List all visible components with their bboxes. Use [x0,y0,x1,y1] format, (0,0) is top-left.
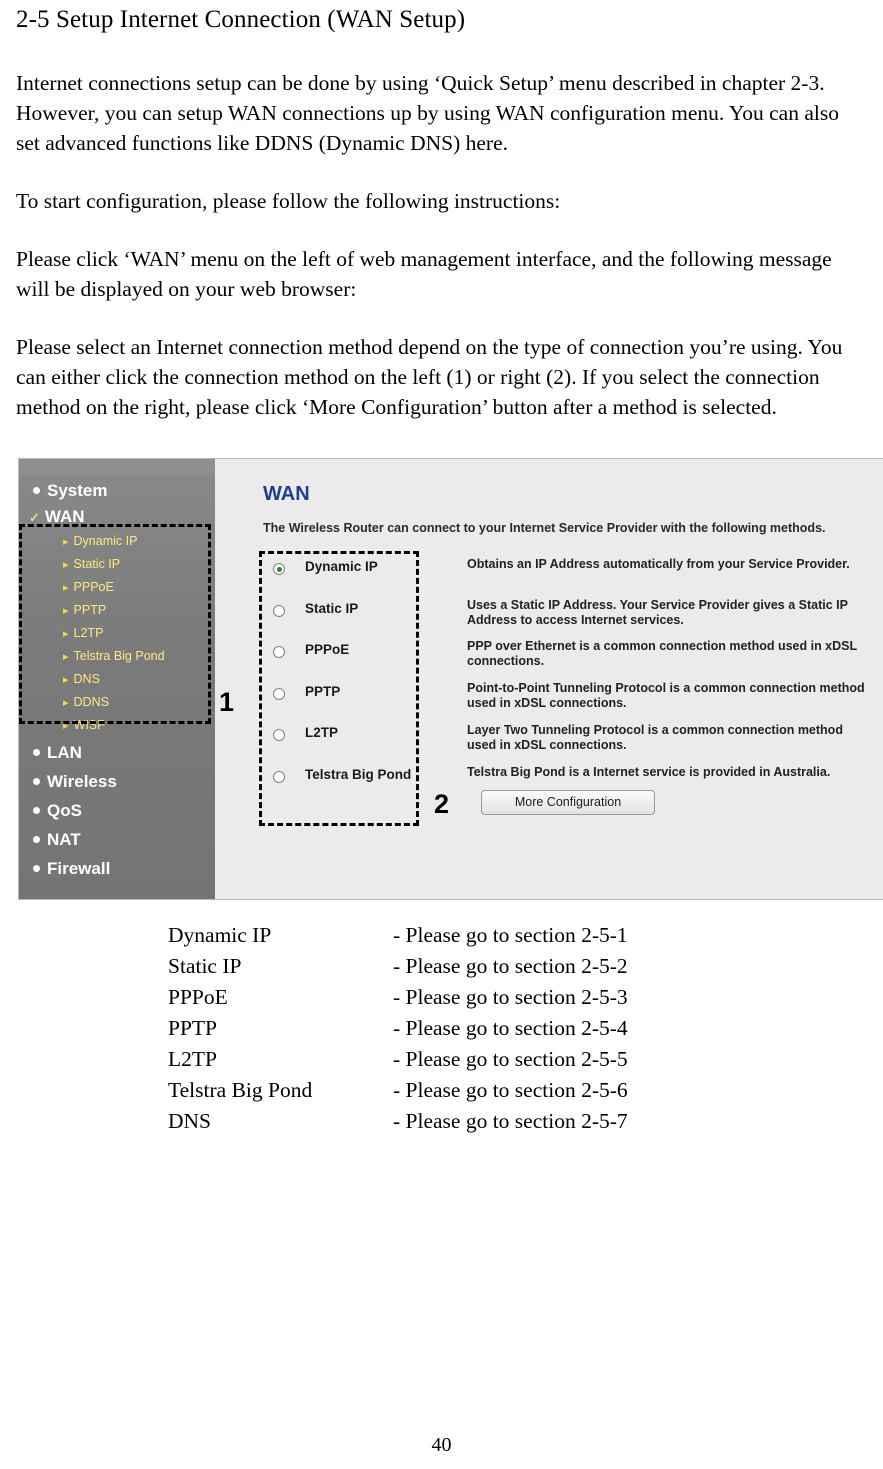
list-item-label: PPPoE [168,985,228,1009]
sidebar-item-label: Wireless [47,772,117,791]
sidebar-item-system[interactable]: System [33,481,107,501]
list-item-label: Dynamic IP [168,923,272,947]
list-item-label: Telstra Big Pond [168,1078,313,1102]
annotation-box-radio-group [259,551,419,826]
wan-description: The Wireless Router can connect to your … [263,521,826,535]
paragraph-click-wan: Please click ‘WAN’ menu on the left of w… [16,247,832,301]
list-item-label: DNS [168,1109,212,1133]
annotation-box-sidebar [19,524,211,724]
list-item-label: L2TP [168,1047,217,1071]
list-item-ref: - Please go to section 2-5-6 [393,1078,628,1102]
sidebar-item-nat[interactable]: NAT [33,830,81,850]
page-number: 40 [431,1434,452,1456]
document-page: 2-5 Setup Internet Connection (WAN Setup… [0,0,883,1469]
list-item-label: PPTP [168,1016,218,1040]
wan-heading: WAN [263,483,310,505]
list-item-ref: - Please go to section 2-5-4 [393,1016,628,1040]
description-l2tp: Layer Two Tunneling Protocol is a common… [467,723,843,752]
bullet-icon [33,835,40,843]
page-title: 2-5 Setup Internet Connection (WAN Setup… [16,6,466,33]
sidebar-item-firewall[interactable]: Firewall [33,859,110,879]
list-item: Dynamic IP - Please go to section 2-5-1 [168,920,867,951]
sidebar-item-label: System [47,481,108,500]
list-item: Static IP - Please go to section 2-5-2 [168,951,867,982]
bullet-icon [33,806,40,814]
sidebar-item-label: NAT [47,830,81,849]
more-configuration-button[interactable]: More Configuration [481,790,655,815]
sidebar-item-label: LAN [47,743,82,762]
list-item: DNS - Please go to section 2-5-7 [168,1106,867,1137]
annotation-number-2: 2 [434,789,450,819]
bullet-icon [33,748,40,756]
bullet-icon [33,777,40,785]
sidebar-item-label: QoS [47,801,82,820]
list-item-ref: - Please go to section 2-5-5 [393,1047,628,1071]
paragraph-intro: Internet connections setup can be done b… [16,71,839,155]
description-pptp: Point-to-Point Tunneling Protocol is a c… [467,681,865,710]
sidebar-item-wireless[interactable]: Wireless [33,772,117,792]
list-item-ref: - Please go to section 2-5-2 [393,954,628,978]
list-item-label: Static IP [168,954,242,978]
bullet-icon [33,864,40,872]
section-reference-list: Dynamic IP - Please go to section 2-5-1 S… [16,920,867,1137]
description-dynamic-ip: Obtains an IP Address automatically from… [467,557,850,571]
connection-method-descriptions: Obtains an IP Address automatically from… [467,557,867,795]
description-pppoe: PPP over Ethernet is a common connection… [467,639,857,668]
list-item: PPTP - Please go to section 2-5-4 [168,1013,867,1044]
list-item: PPPoE - Please go to section 2-5-3 [168,982,867,1013]
sidebar-item-lan[interactable]: LAN [33,743,82,763]
list-item: Telstra Big Pond - Please go to section 2… [168,1075,867,1106]
bullet-icon [33,486,40,494]
sidebar-item-label: Firewall [47,859,111,878]
list-item: L2TP - Please go to section 2-5-5 [168,1044,867,1075]
annotation-number-1: 1 [219,687,235,717]
paragraph-start-config: To start configuration, please follow th… [16,189,561,213]
sidebar-item-qos[interactable]: QoS [33,801,82,821]
list-item-ref: - Please go to section 2-5-3 [393,985,628,1009]
list-item-ref: - Please go to section 2-5-7 [393,1109,628,1133]
sidebar-top-strip [19,459,215,475]
description-static-ip: Uses a Static IP Address. Your Service P… [467,598,848,627]
paragraph-select-method: Please select an Internet connection met… [16,335,843,419]
list-item-ref: - Please go to section 2-5-1 [393,923,628,947]
router-ui-screenshot: System ✓ WAN ▸ Dynamic IP ▸ Static IP ▸ PPPo… [18,458,883,900]
